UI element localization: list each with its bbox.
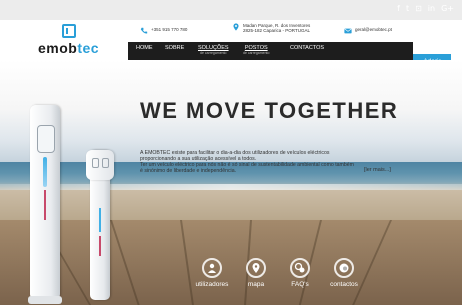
logo-text: emobtec	[38, 40, 100, 56]
instagram-icon[interactable]: ⊡	[415, 4, 422, 14]
charger-led-strip	[43, 157, 47, 187]
address-text: Madan Parque, R. dos Inventores 2825-182 …	[243, 23, 311, 33]
charger-screen	[37, 125, 55, 153]
user-icon	[202, 258, 222, 278]
quick-link-utilizadores[interactable]: utilizadores	[190, 258, 234, 288]
charger-accent-stripe	[99, 236, 101, 256]
quick-link-label: mapa	[247, 281, 265, 288]
quick-link-mapa[interactable]: mapa	[234, 258, 278, 288]
charger-base	[28, 296, 62, 304]
quick-link-label: utilizadores	[195, 281, 229, 288]
linkedin-icon[interactable]: in	[428, 4, 435, 14]
phone-number: +351 915 770 780	[151, 27, 188, 32]
top-strip: f t ⊡ in G+	[0, 0, 462, 20]
charger-led-strip	[99, 208, 101, 232]
faq-icon	[290, 258, 310, 278]
email-contact: geral@emobtec.pt	[344, 27, 392, 35]
nav-postos[interactable]: POSTOS de carregamento	[243, 45, 269, 55]
quick-link-faqs[interactable]: FAQ's	[278, 258, 322, 288]
charger-head	[86, 150, 114, 180]
twitter-icon[interactable]: t	[406, 4, 409, 14]
nav-sobre[interactable]: SOBRE	[165, 45, 184, 51]
phone-contact: +351 915 770 780	[140, 27, 187, 35]
social-links: f t ⊡ in G+	[397, 4, 454, 14]
logo-mark-icon	[62, 24, 76, 38]
quick-link-label: contactos	[330, 281, 358, 288]
main-nav: HOME SOBRE SOLUÇÕES de carregamento POSTO…	[128, 42, 413, 60]
nav-home[interactable]: HOME	[136, 45, 153, 51]
location-pin-icon	[233, 23, 239, 31]
email-icon	[344, 28, 352, 34]
charging-station-short	[86, 150, 114, 300]
charging-station-tall	[28, 105, 62, 304]
bottom-quick-nav: utilizadores mapa FAQ's contactos	[190, 258, 366, 288]
facebook-icon[interactable]: f	[397, 4, 400, 14]
nav-solucoes[interactable]: SOLUÇÕES de carregamento	[198, 45, 229, 55]
charger-accent-stripe	[44, 190, 46, 220]
contact-icon	[334, 258, 354, 278]
beach-sand	[0, 190, 462, 220]
logo[interactable]: emobtec	[38, 24, 108, 58]
charger-socket	[102, 158, 109, 168]
address-contact: Madan Parque, R. dos Inventores 2825-182 …	[232, 23, 310, 33]
google-plus-icon[interactable]: G+	[441, 4, 454, 14]
email-address[interactable]: geral@emobtec.pt	[355, 27, 392, 32]
quick-link-contactos[interactable]: contactos	[322, 258, 366, 288]
phone-icon	[140, 27, 148, 34]
hero-intro-text: A EMOBTEC existe para facilitar o dia-a-…	[140, 150, 354, 174]
quick-link-label: FAQ's	[291, 281, 309, 288]
charger-socket	[92, 158, 99, 168]
nav-contactos[interactable]: CONTACTOS	[290, 45, 324, 51]
read-more-link[interactable]: [ler mais...]	[364, 167, 391, 173]
hero-headline: WE MOVE TOGETHER	[140, 98, 399, 123]
map-pin-icon	[246, 258, 266, 278]
